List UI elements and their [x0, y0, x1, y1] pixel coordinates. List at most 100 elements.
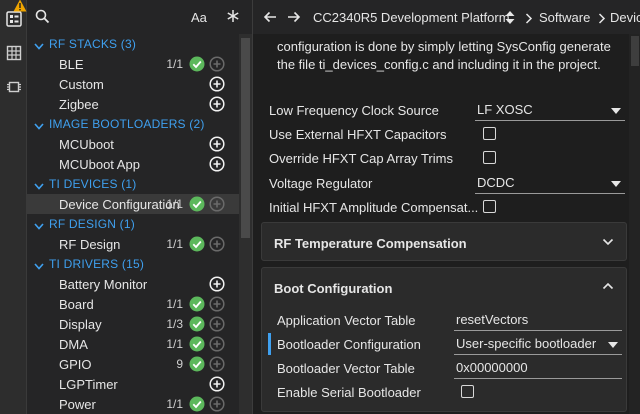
forward-arrow-icon[interactable] [287, 10, 301, 27]
filter-icon[interactable] [225, 8, 241, 27]
chevron-down-icon[interactable] [34, 259, 44, 274]
back-arrow-icon[interactable] [263, 10, 277, 27]
chevron-down-icon[interactable] [34, 219, 44, 234]
check-circle-icon [189, 336, 205, 355]
tree-item[interactable]: MCUboot App [27, 154, 239, 174]
focus-indicator [268, 333, 271, 355]
app-vector-value: resetVectors [456, 312, 529, 327]
tree-item-label: LGPTimer [59, 377, 118, 392]
board-selector[interactable]: CC2340R5 Development Platform [313, 10, 510, 25]
boot-configuration-title: Boot Configuration [274, 281, 393, 296]
tree-group-header[interactable]: RF DESIGN (1) [27, 214, 239, 234]
dropdown-arrow-icon [611, 181, 621, 187]
tree-item[interactable]: Zigbee [27, 94, 239, 114]
main-scrollbar[interactable] [629, 34, 640, 414]
add-instance-icon[interactable] [209, 76, 225, 95]
dropdown-arrow-icon [608, 342, 618, 348]
add-instance-icon[interactable] [209, 296, 225, 315]
tree-item[interactable]: RF Design 1/1 [27, 234, 239, 254]
add-instance-icon[interactable] [209, 96, 225, 115]
rf-temperature-title: RF Temperature Compensation [274, 236, 467, 251]
sidebar: Aa RF STACKS (3) BLE 1/1 Custom Zigbee IMAGE … [27, 0, 252, 414]
match-case-toggle[interactable]: Aa [191, 10, 207, 25]
voltage-regulator-label: Voltage Regulator [269, 176, 373, 191]
add-instance-icon[interactable] [209, 156, 225, 175]
tree-item[interactable]: Board 1/1 [27, 294, 239, 314]
chevron-down-icon[interactable] [602, 235, 614, 250]
chevron-down-icon[interactable] [34, 39, 44, 54]
tree-item[interactable]: GPIO 9 [27, 354, 239, 374]
tree-item[interactable]: MCUboot [27, 134, 239, 154]
initial-hfxt-checkbox[interactable] [483, 200, 496, 213]
add-instance-icon[interactable] [209, 316, 225, 335]
tree-item-label: Custom [59, 77, 104, 92]
instance-count: 1/1 [166, 57, 183, 71]
serial-bootloader-label: Enable Serial Bootloader [277, 385, 421, 400]
tree-item[interactable]: Display 1/3 [27, 314, 239, 334]
check-circle-icon [189, 316, 205, 335]
add-instance-icon[interactable] [209, 276, 225, 295]
tree-group-label: TI DRIVERS (15) [49, 257, 145, 271]
tree-item[interactable]: Device Configuration 1/1 [27, 194, 239, 214]
tree-item[interactable]: Battery Monitor [27, 274, 239, 294]
override-hfxt-label: Override HFXT Cap Array Trims [269, 151, 453, 166]
tree-item-label: RF Design [59, 237, 121, 252]
tree-group-header[interactable]: RF STACKS (3) [27, 34, 239, 54]
tree-item-label: Power [59, 397, 96, 412]
bootloader-vector-input[interactable]: 0x00000000 [454, 359, 622, 379]
activity-bar [0, 0, 27, 414]
tree-item-label: DMA [59, 337, 88, 352]
override-hfxt-checkbox[interactable] [483, 151, 496, 164]
tree-item[interactable]: Power 1/1 [27, 394, 239, 414]
instance-count: 1/3 [166, 317, 183, 331]
tree-group-label: IMAGE BOOTLOADERS (2) [49, 117, 205, 131]
breadcrumb-software[interactable]: Software [539, 10, 590, 25]
breadcrumb-chevron-icon [525, 12, 533, 27]
add-instance-icon[interactable] [209, 56, 225, 75]
table-icon[interactable] [3, 42, 24, 63]
instance-count: 1/1 [166, 297, 183, 311]
chevron-down-icon[interactable] [34, 119, 44, 134]
breadcrumb-chevron-icon [598, 12, 606, 27]
add-instance-icon[interactable] [209, 236, 225, 255]
tree-item-label: MCUboot [59, 137, 114, 152]
chevron-down-icon[interactable] [34, 179, 44, 194]
voltage-regulator-select[interactable]: DCDC [475, 174, 625, 194]
tree-item-label: Display [59, 317, 102, 332]
tree-item[interactable]: LGPTimer [27, 374, 239, 394]
main-panel: CC2340R5 Development Platform Software D… [252, 0, 640, 414]
tree-group-header[interactable]: IMAGE BOOTLOADERS (2) [27, 114, 239, 134]
breadcrumb-device[interactable]: Device [610, 10, 640, 25]
serial-bootloader-checkbox[interactable] [461, 385, 474, 398]
tree-item-label: MCUboot App [59, 157, 140, 172]
description-text: configuration is done by simply letting … [277, 39, 611, 72]
sidebar-scroll-thumb[interactable] [241, 38, 250, 238]
tree-item[interactable]: BLE 1/1 [27, 54, 239, 74]
tree-item[interactable]: Custom [27, 74, 239, 94]
lf-clock-select[interactable]: LF XOSC [475, 101, 625, 121]
tree-item[interactable]: DMA 1/1 [27, 334, 239, 354]
sort-updown-icon[interactable] [505, 11, 515, 27]
app-vector-input[interactable]: resetVectors [454, 311, 622, 331]
main-scroll-thumb[interactable] [631, 36, 639, 66]
chip-icon[interactable] [3, 76, 24, 97]
add-instance-icon[interactable] [209, 396, 225, 414]
search-icon[interactable] [35, 9, 50, 27]
add-instance-icon[interactable] [209, 356, 225, 375]
add-instance-icon[interactable] [209, 336, 225, 355]
ext-hfxt-checkbox[interactable] [483, 127, 496, 140]
rf-temperature-panel[interactable]: RF Temperature Compensation [261, 222, 627, 261]
add-instance-icon[interactable] [209, 196, 225, 215]
chevron-up-icon[interactable] [602, 279, 614, 294]
add-instance-icon[interactable] [209, 136, 225, 155]
tree-item-label: Battery Monitor [59, 277, 148, 292]
tree-item-label: Board [59, 297, 94, 312]
add-instance-icon[interactable] [209, 376, 225, 395]
tree-group-header[interactable]: TI DEVICES (1) [27, 174, 239, 194]
lf-clock-value: LF XOSC [477, 102, 533, 117]
bootloader-config-select[interactable]: User-specific bootloader [454, 335, 622, 355]
check-circle-icon [189, 56, 205, 75]
tree-item-label: Device Configuration [59, 197, 180, 212]
tree-group-header[interactable]: TI DRIVERS (15) [27, 254, 239, 274]
voltage-regulator-value: DCDC [477, 175, 515, 190]
